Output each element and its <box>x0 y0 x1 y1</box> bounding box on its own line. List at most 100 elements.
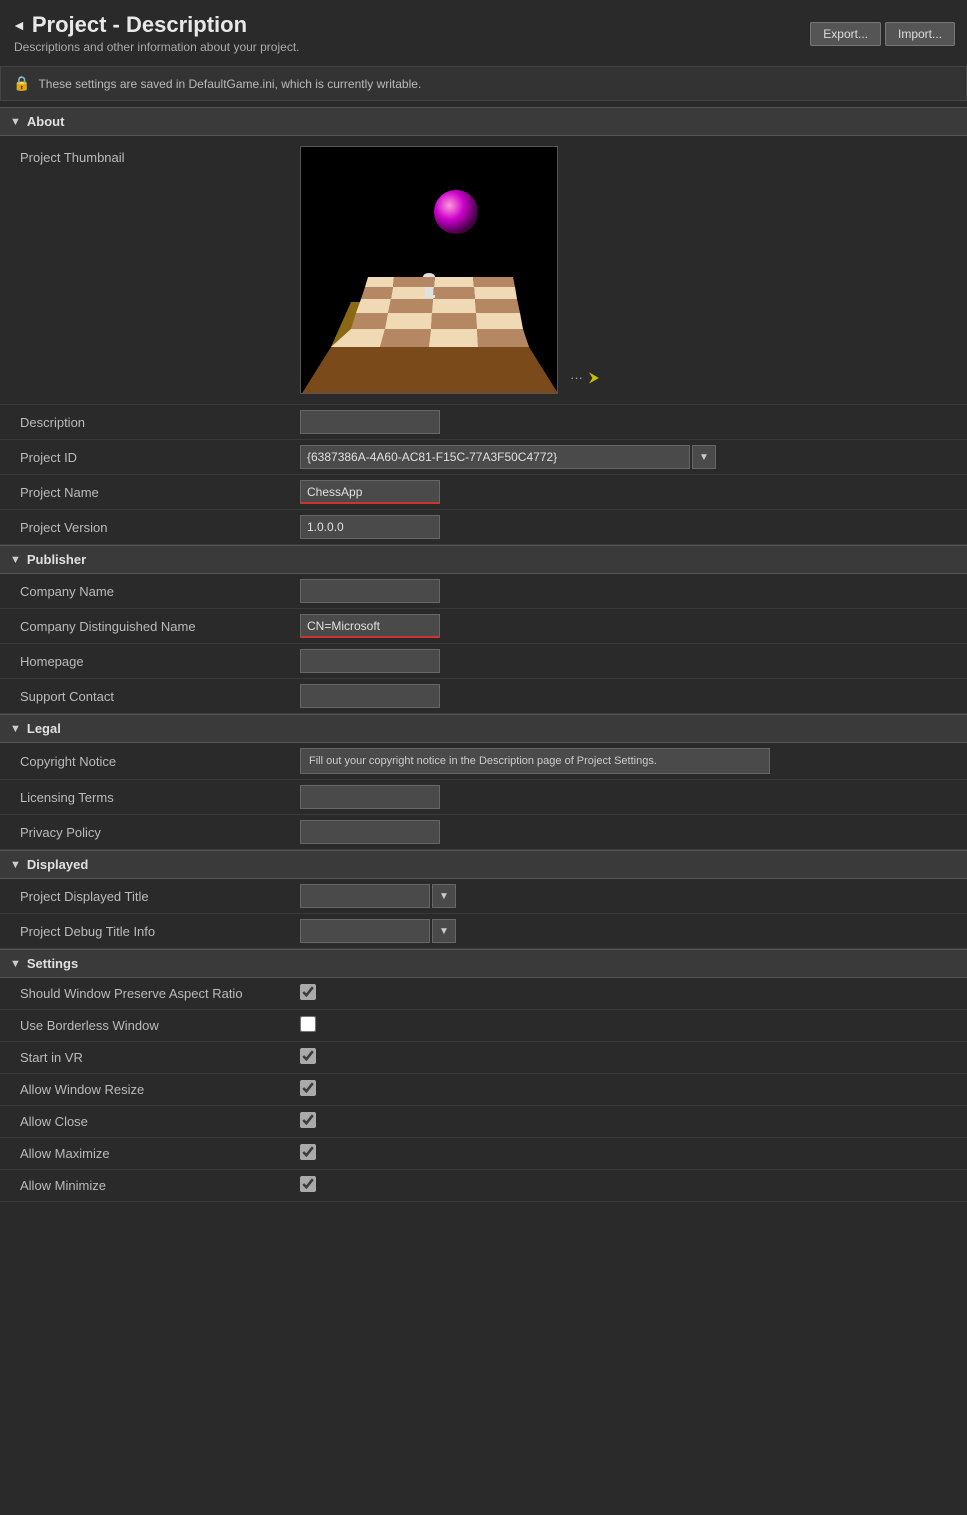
allow-close-row: Allow Close <box>0 1106 967 1138</box>
settings-collapse-icon: ▼ <box>10 958 21 970</box>
borderless-label: Use Borderless Window <box>0 1018 300 1033</box>
allow-close-value <box>300 1112 967 1131</box>
description-value <box>300 410 967 434</box>
copyright-row: Copyright Notice Fill out your copyright… <box>0 743 967 780</box>
company-name-label: Company Name <box>0 584 300 599</box>
settings-section-header[interactable]: ▼ Settings <box>0 949 967 978</box>
company-dn-label: Company Distinguished Name <box>0 619 300 634</box>
displayed-section: ▼ Displayed Project Displayed Title ▼ Pr… <box>0 850 967 949</box>
displayed-title-row: Project Displayed Title ▼ <box>0 879 967 914</box>
debug-title-input[interactable] <box>300 919 430 943</box>
allow-resize-label: Allow Window Resize <box>0 1082 300 1097</box>
borderless-row: Use Borderless Window <box>0 1010 967 1042</box>
allow-minimize-row: Allow Minimize <box>0 1170 967 1202</box>
description-input[interactable] <box>300 410 440 434</box>
borderless-checkbox[interactable] <box>300 1016 316 1032</box>
publisher-section-header[interactable]: ▼ Publisher <box>0 545 967 574</box>
allow-minimize-label: Allow Minimize <box>0 1178 300 1193</box>
aspect-ratio-row: Should Window Preserve Aspect Ratio <box>0 978 967 1010</box>
project-version-input[interactable] <box>300 515 440 539</box>
copyright-value: Fill out your copyright notice in the De… <box>300 748 967 774</box>
debug-title-dropdown[interactable]: ▼ <box>432 919 456 943</box>
project-id-value: ▼ <box>300 445 967 469</box>
debug-title-row: Project Debug Title Info ▼ <box>0 914 967 949</box>
allow-close-label: Allow Close <box>0 1114 300 1129</box>
import-button[interactable]: Import... <box>885 22 955 46</box>
thumbnail-menu-icon[interactable]: ··· <box>570 370 583 385</box>
legal-section-header[interactable]: ▼ Legal <box>0 714 967 743</box>
displayed-title-label: Project Displayed Title <box>0 889 300 904</box>
displayed-title-input[interactable] <box>300 884 430 908</box>
allow-close-checkbox[interactable] <box>300 1112 316 1128</box>
legal-collapse-icon: ▼ <box>10 723 21 735</box>
publisher-collapse-icon: ▼ <box>10 554 21 566</box>
project-name-label: Project Name <box>0 485 300 500</box>
displayed-title-value: ▼ <box>300 884 967 908</box>
allow-maximize-value <box>300 1144 967 1163</box>
allow-minimize-value <box>300 1176 967 1195</box>
start-vr-label: Start in VR <box>0 1050 300 1065</box>
privacy-label: Privacy Policy <box>0 825 300 840</box>
allow-minimize-checkbox[interactable] <box>300 1176 316 1192</box>
debug-title-value: ▼ <box>300 919 967 943</box>
header-buttons: Export... Import... <box>810 22 955 46</box>
project-name-row: Project Name <box>0 475 967 510</box>
displayed-title-group: ▼ <box>300 884 957 908</box>
allow-maximize-label: Allow Maximize <box>0 1146 300 1161</box>
project-id-input[interactable] <box>300 445 690 469</box>
thumbnail-controls: ··· ⮞ <box>570 369 599 386</box>
description-row: Description <box>0 405 967 440</box>
copyright-notice-display: Fill out your copyright notice in the De… <box>300 748 770 774</box>
allow-resize-row: Allow Window Resize <box>0 1074 967 1106</box>
settings-notice: 🔒 These settings are saved in DefaultGam… <box>0 66 967 101</box>
export-button[interactable]: Export... <box>810 22 881 46</box>
company-dn-value <box>300 614 967 638</box>
licensing-label: Licensing Terms <box>0 790 300 805</box>
thumbnail-label: Project Thumbnail <box>0 146 300 165</box>
displayed-title-dropdown[interactable]: ▼ <box>432 884 456 908</box>
project-version-label: Project Version <box>0 520 300 535</box>
project-id-dropdown-button[interactable]: ▼ <box>692 445 716 469</box>
collapse-arrow-icon: ◄ <box>12 17 26 33</box>
project-name-value <box>300 480 967 504</box>
debug-title-label: Project Debug Title Info <box>0 924 300 939</box>
homepage-row: Homepage <box>0 644 967 679</box>
allow-resize-value <box>300 1080 967 1099</box>
homepage-value <box>300 649 967 673</box>
allow-maximize-row: Allow Maximize <box>0 1138 967 1170</box>
aspect-ratio-checkbox[interactable] <box>300 984 316 1000</box>
project-name-input[interactable] <box>300 480 440 504</box>
privacy-input[interactable] <box>300 820 440 844</box>
company-name-row: Company Name <box>0 574 967 609</box>
company-name-value <box>300 579 967 603</box>
homepage-input[interactable] <box>300 649 440 673</box>
aspect-ratio-value <box>300 984 967 1003</box>
support-input[interactable] <box>300 684 440 708</box>
company-dn-row: Company Distinguished Name <box>0 609 967 644</box>
thumbnail-row: Project Thumbnail <box>0 136 967 405</box>
borderless-value <box>300 1016 967 1035</box>
start-vr-checkbox[interactable] <box>300 1048 316 1064</box>
project-id-label: Project ID <box>0 450 300 465</box>
description-label: Description <box>0 415 300 430</box>
company-dn-input[interactable] <box>300 614 440 638</box>
thumbnail-area: ··· ⮞ <box>300 146 558 394</box>
thumbnail-expand-icon[interactable]: ⮞ <box>589 369 599 386</box>
debug-title-group: ▼ <box>300 919 957 943</box>
displayed-collapse-icon: ▼ <box>10 859 21 871</box>
start-vr-value <box>300 1048 967 1067</box>
privacy-value <box>300 820 967 844</box>
about-section-header[interactable]: ▼ About <box>0 107 967 136</box>
homepage-label: Homepage <box>0 654 300 669</box>
displayed-section-header[interactable]: ▼ Displayed <box>0 850 967 879</box>
company-name-input[interactable] <box>300 579 440 603</box>
publisher-section: ▼ Publisher Company Name Company Disting… <box>0 545 967 714</box>
thumbnail-image[interactable] <box>300 146 558 394</box>
support-label: Support Contact <box>0 689 300 704</box>
allow-resize-checkbox[interactable] <box>300 1080 316 1096</box>
project-version-value <box>300 515 967 539</box>
licensing-input[interactable] <box>300 785 440 809</box>
start-vr-row: Start in VR <box>0 1042 967 1074</box>
about-collapse-icon: ▼ <box>10 116 21 128</box>
allow-maximize-checkbox[interactable] <box>300 1144 316 1160</box>
